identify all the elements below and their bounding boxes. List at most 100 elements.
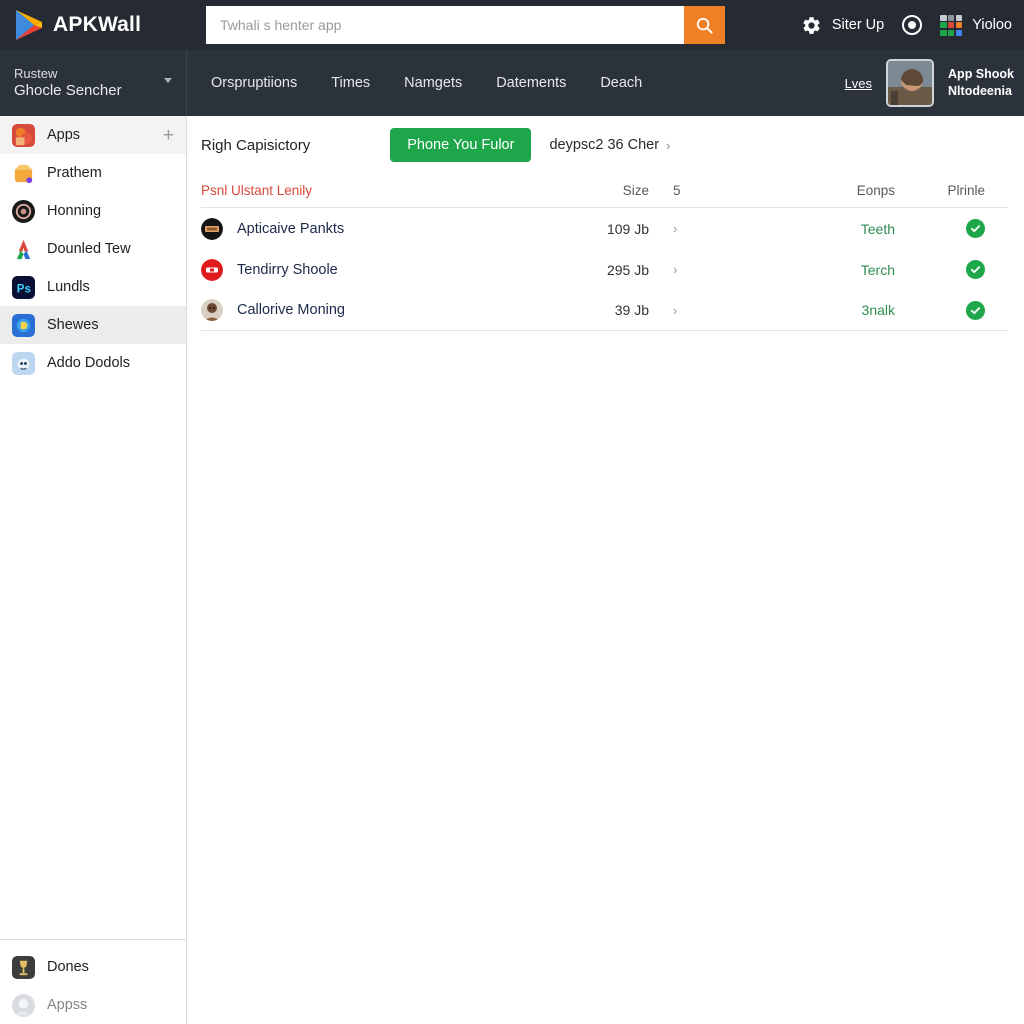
search-button[interactable] <box>684 6 725 44</box>
sidebar-item-prathem[interactable]: Prathem <box>0 154 186 192</box>
profile-name: App Shook Nltodeenia <box>948 66 1014 100</box>
account-name: Ghocle Sencher <box>14 81 122 99</box>
check-circle-icon <box>966 260 985 279</box>
search-input[interactable] <box>206 6 684 44</box>
table-row[interactable]: Tendirry Shoole 295 Jb › Terch <box>201 249 1008 290</box>
table-body: Apticaive Pankts 109 Jb › Teeth Tendirry… <box>201 208 1008 331</box>
sidebar-item-dones[interactable]: Dones <box>0 948 186 986</box>
main-content: Righ Capisictory Phone You Fulor deypsc2… <box>187 116 1024 1024</box>
sidebar-item-appss[interactable]: Appss <box>0 986 186 1024</box>
column-header-name[interactable]: Psnl Ulstant Lenily <box>201 183 561 198</box>
top-header-bar: APKWall Siter Up <box>0 0 1024 50</box>
header-actions: Siter Up Yioloo <box>801 14 1024 36</box>
primary-action-button[interactable]: Phone You Fulor <box>390 128 532 162</box>
profile-name-line1: App Shook <box>948 67 1014 82</box>
column-header-size[interactable]: Size <box>561 183 649 198</box>
breadcrumb[interactable]: deypsc2 36 Cher › <box>549 137 670 153</box>
table-row[interactable]: Callorive Moning 39 Jb › 3nalk <box>201 290 1008 331</box>
sidebar-item-label: Shewes <box>47 317 99 333</box>
record-circle-icon <box>902 15 923 35</box>
row-chevron-icon: › <box>673 302 678 318</box>
sidebar-item-label: Appss <box>47 997 88 1013</box>
app-size: 39 Jb <box>614 302 649 318</box>
search-bar <box>206 6 725 44</box>
app-size: 109 Jb <box>606 220 649 237</box>
sidebar-item-lundls[interactable]: Ps Lundls <box>0 268 186 306</box>
shewes-icon <box>12 313 35 337</box>
page-title: Righ Capisictory <box>201 136 311 154</box>
honning-icon <box>12 199 35 223</box>
app-icon <box>201 258 223 281</box>
nav-item-times[interactable]: Times <box>331 75 370 91</box>
add-app-button[interactable]: + <box>163 126 174 145</box>
app-name: Apticaive Pankts <box>237 220 345 237</box>
app-root: APKWall Siter Up <box>0 0 1024 1024</box>
nav-profile-area: Lves App Shook Nltodeenia <box>845 50 1024 116</box>
row-chevron-icon: › <box>673 221 678 236</box>
apps-grid-label: Yioloo <box>972 17 1012 33</box>
app-icon <box>201 299 223 321</box>
sidebar-apps-label: Apps <box>47 127 81 143</box>
addo-dodols-icon <box>12 351 35 375</box>
app-eonps: Terch <box>860 261 895 278</box>
sidebar: Apps + Prathem Honning Dounled Tew Ps Lu… <box>0 116 187 1024</box>
appss-icon <box>12 993 35 1017</box>
account-top-label: Rustew <box>14 65 58 81</box>
sidebar-item-label: Prathem <box>47 165 102 181</box>
body-container: Apps + Prathem Honning Dounled Tew Ps Lu… <box>0 116 1024 1024</box>
check-circle-icon <box>966 219 985 238</box>
apps-grid-action[interactable]: Yioloo <box>940 14 1012 36</box>
prathem-icon <box>12 162 35 185</box>
table-row[interactable]: Apticaive Pankts 109 Jb › Teeth <box>201 208 1008 249</box>
chevron-down-icon <box>164 78 172 83</box>
column-header-plrinle[interactable]: Plrinle <box>895 183 985 198</box>
sidebar-item-label: Addo Dodols <box>47 355 131 371</box>
nav-item-namgets[interactable]: Namgets <box>404 75 462 91</box>
app-grid-icon <box>940 14 963 36</box>
sidebar-item-honning[interactable]: Honning <box>0 192 186 230</box>
sidebar-item-label: Lundls <box>47 279 90 295</box>
sidebar-item-apps[interactable]: Apps + <box>0 116 186 154</box>
sidebar-item-label: Dones <box>47 959 89 975</box>
status-badge <box>895 260 985 279</box>
lundls-icon: Ps <box>12 275 35 299</box>
status-badge <box>895 219 985 238</box>
app-eonps: 3nalk <box>861 302 895 318</box>
column-header-num[interactable]: 5 <box>649 183 719 198</box>
chevron-right-icon: › <box>666 137 671 153</box>
settings-action[interactable]: Siter Up <box>801 15 884 36</box>
brand-logo[interactable]: APKWall <box>14 9 190 41</box>
column-header-eonps[interactable]: Eonps <box>719 183 895 198</box>
secondary-nav-bar: Rustew Ghocle Sencher Orspruptiions Time… <box>0 50 1024 116</box>
avatar[interactable] <box>886 59 935 107</box>
nav-item-orspruptiions[interactable]: Orspruptiions <box>211 75 297 91</box>
dounled-tew-icon <box>12 238 35 261</box>
sidebar-item-shewes[interactable]: Shewes <box>0 306 186 344</box>
profile-name-line2: Nltodeenia <box>948 84 1012 98</box>
app-eonps: Teeth <box>860 220 895 237</box>
account-selector[interactable]: Rustew Ghocle Sencher <box>0 50 187 116</box>
sidebar-item-addo-dodols[interactable]: Addo Dodols <box>0 344 186 382</box>
apps-table: Psnl Ulstant Lenily Size 5 Eonps Plrinle <box>187 174 1024 331</box>
brand-name: APKWall <box>53 13 142 36</box>
row-chevron-icon: › <box>673 262 678 277</box>
main-header: Righ Capisictory Phone You Fulor deypsc2… <box>187 116 1024 174</box>
record-action[interactable] <box>902 15 923 35</box>
dones-icon <box>12 955 35 979</box>
gear-icon <box>801 15 822 36</box>
lves-link[interactable]: Lves <box>845 76 872 91</box>
search-icon <box>696 17 713 34</box>
settings-label: Siter Up <box>831 17 885 33</box>
app-icon <box>201 217 223 240</box>
app-name: Tendirry Shoole <box>237 261 338 278</box>
nav-item-datements[interactable]: Datements <box>496 75 566 91</box>
app-size: 295 Jb <box>606 261 649 278</box>
app-name: Callorive Moning <box>237 302 345 318</box>
apps-icon <box>12 123 35 147</box>
sidebar-item-label: Honning <box>47 203 102 219</box>
breadcrumb-label: deypsc2 36 Cher <box>549 137 660 153</box>
sidebar-bottom-section: Dones Appss <box>0 939 186 1024</box>
sidebar-item-dounled-tew[interactable]: Dounled Tew <box>0 230 186 268</box>
nav-item-deach[interactable]: Deach <box>600 75 642 91</box>
table-header-row: Psnl Ulstant Lenily Size 5 Eonps Plrinle <box>201 174 1008 208</box>
